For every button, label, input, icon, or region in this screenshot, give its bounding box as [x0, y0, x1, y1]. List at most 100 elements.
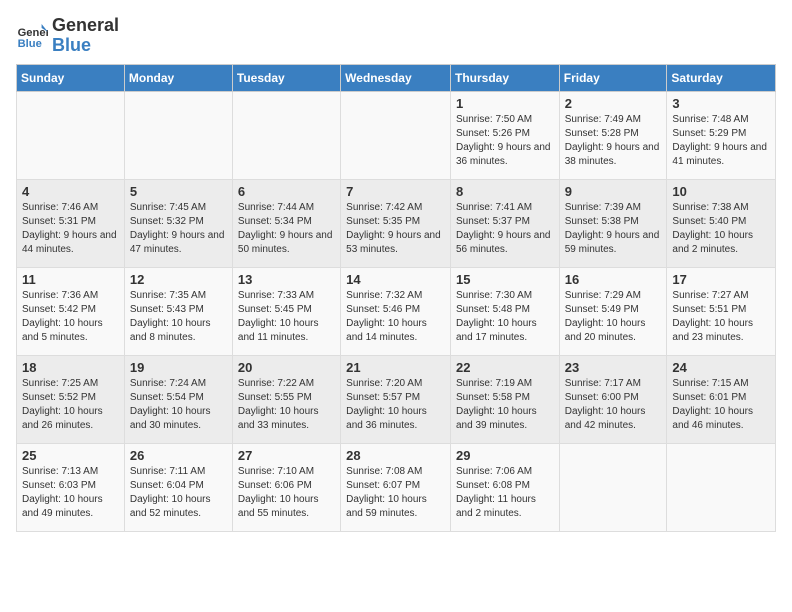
day-info: Daylight: 10 hours and 17 minutes.	[456, 317, 554, 345]
calendar-cell: 14Sunrise: 7:32 AMSunset: 5:46 PMDayligh…	[341, 267, 451, 355]
day-info: Sunset: 5:48 PM	[456, 303, 554, 317]
day-info: Sunset: 5:32 PM	[130, 215, 227, 229]
day-info: Sunrise: 7:13 AM	[22, 465, 119, 479]
day-info: Sunset: 5:29 PM	[672, 127, 770, 141]
day-info: Sunset: 6:00 PM	[565, 391, 662, 405]
header-day-wednesday: Wednesday	[341, 64, 451, 91]
calendar-cell	[559, 443, 667, 531]
day-info: Daylight: 9 hours and 41 minutes.	[672, 141, 770, 169]
calendar-week-2: 11Sunrise: 7:36 AMSunset: 5:42 PMDayligh…	[17, 267, 776, 355]
day-info: Sunset: 5:37 PM	[456, 215, 554, 229]
calendar-cell: 29Sunrise: 7:06 AMSunset: 6:08 PMDayligh…	[450, 443, 559, 531]
calendar-week-0: 1Sunrise: 7:50 AMSunset: 5:26 PMDaylight…	[17, 91, 776, 179]
day-number: 28	[346, 448, 445, 463]
day-info: Daylight: 10 hours and 30 minutes.	[130, 405, 227, 433]
day-info: Sunrise: 7:29 AM	[565, 289, 662, 303]
day-info: Daylight: 10 hours and 26 minutes.	[22, 405, 119, 433]
day-info: Sunset: 5:43 PM	[130, 303, 227, 317]
day-number: 23	[565, 360, 662, 375]
header-day-tuesday: Tuesday	[232, 64, 340, 91]
day-info: Daylight: 9 hours and 50 minutes.	[238, 229, 335, 257]
day-info: Sunset: 5:58 PM	[456, 391, 554, 405]
day-info: Sunset: 6:03 PM	[22, 479, 119, 493]
calendar-cell: 10Sunrise: 7:38 AMSunset: 5:40 PMDayligh…	[667, 179, 776, 267]
calendar-cell: 12Sunrise: 7:35 AMSunset: 5:43 PMDayligh…	[124, 267, 232, 355]
day-info: Sunrise: 7:35 AM	[130, 289, 227, 303]
day-number: 9	[565, 184, 662, 199]
day-info: Sunset: 5:38 PM	[565, 215, 662, 229]
day-number: 2	[565, 96, 662, 111]
day-info: Sunset: 5:46 PM	[346, 303, 445, 317]
day-info: Daylight: 9 hours and 47 minutes.	[130, 229, 227, 257]
header-day-sunday: Sunday	[17, 64, 125, 91]
day-number: 18	[22, 360, 119, 375]
day-number: 16	[565, 272, 662, 287]
day-info: Sunrise: 7:19 AM	[456, 377, 554, 391]
day-info: Sunset: 6:04 PM	[130, 479, 227, 493]
day-info: Daylight: 10 hours and 8 minutes.	[130, 317, 227, 345]
day-number: 24	[672, 360, 770, 375]
logo-icon: General Blue	[16, 20, 48, 52]
day-info: Sunset: 6:01 PM	[672, 391, 770, 405]
calendar-week-1: 4Sunrise: 7:46 AMSunset: 5:31 PMDaylight…	[17, 179, 776, 267]
day-info: Sunset: 5:31 PM	[22, 215, 119, 229]
day-number: 11	[22, 272, 119, 287]
svg-text:Blue: Blue	[18, 38, 42, 50]
day-info: Sunset: 5:52 PM	[22, 391, 119, 405]
day-number: 10	[672, 184, 770, 199]
day-number: 15	[456, 272, 554, 287]
calendar-cell: 1Sunrise: 7:50 AMSunset: 5:26 PMDaylight…	[450, 91, 559, 179]
day-info: Sunrise: 7:20 AM	[346, 377, 445, 391]
day-info: Sunrise: 7:24 AM	[130, 377, 227, 391]
day-number: 6	[238, 184, 335, 199]
day-info: Daylight: 10 hours and 39 minutes.	[456, 405, 554, 433]
day-number: 25	[22, 448, 119, 463]
logo-line2: Blue	[52, 36, 119, 56]
calendar-cell: 3Sunrise: 7:48 AMSunset: 5:29 PMDaylight…	[667, 91, 776, 179]
day-info: Sunset: 5:40 PM	[672, 215, 770, 229]
calendar-cell: 4Sunrise: 7:46 AMSunset: 5:31 PMDaylight…	[17, 179, 125, 267]
day-info: Sunrise: 7:50 AM	[456, 113, 554, 127]
calendar-week-4: 25Sunrise: 7:13 AMSunset: 6:03 PMDayligh…	[17, 443, 776, 531]
day-number: 14	[346, 272, 445, 287]
day-info: Sunset: 5:34 PM	[238, 215, 335, 229]
day-number: 22	[456, 360, 554, 375]
calendar-cell: 15Sunrise: 7:30 AMSunset: 5:48 PMDayligh…	[450, 267, 559, 355]
day-number: 17	[672, 272, 770, 287]
day-info: Daylight: 10 hours and 49 minutes.	[22, 493, 119, 521]
day-info: Sunrise: 7:36 AM	[22, 289, 119, 303]
day-info: Daylight: 10 hours and 52 minutes.	[130, 493, 227, 521]
calendar-cell: 18 Sunrise: 7:25 AMSunset: 5:52 PMDayligh…	[17, 355, 125, 443]
page-header: General Blue General Blue	[16, 16, 776, 56]
calendar-cell: 17Sunrise: 7:27 AMSunset: 5:51 PMDayligh…	[667, 267, 776, 355]
day-info: Sunrise: 7:25 AM	[22, 377, 119, 391]
day-info: Daylight: 10 hours and 11 minutes.	[238, 317, 335, 345]
calendar-cell: 8Sunrise: 7:41 AMSunset: 5:37 PMDaylight…	[450, 179, 559, 267]
calendar-cell: 13Sunrise: 7:33 AMSunset: 5:45 PMDayligh…	[232, 267, 340, 355]
day-number: 27	[238, 448, 335, 463]
day-info: Sunrise: 7:33 AM	[238, 289, 335, 303]
day-info: Sunrise: 7:42 AM	[346, 201, 445, 215]
header-row: SundayMondayTuesdayWednesdayThursdayFrid…	[17, 64, 776, 91]
day-info: Sunrise: 7:45 AM	[130, 201, 227, 215]
day-info: Sunset: 6:08 PM	[456, 479, 554, 493]
day-number: 13	[238, 272, 335, 287]
calendar-cell: 26Sunrise: 7:11 AMSunset: 6:04 PMDayligh…	[124, 443, 232, 531]
calendar-cell: 27Sunrise: 7:10 AMSunset: 6:06 PMDayligh…	[232, 443, 340, 531]
day-info: Sunset: 5:57 PM	[346, 391, 445, 405]
calendar-cell: 20Sunrise: 7:22 AMSunset: 5:55 PMDayligh…	[232, 355, 340, 443]
calendar-cell: 9Sunrise: 7:39 AMSunset: 5:38 PMDaylight…	[559, 179, 667, 267]
calendar-cell: 11Sunrise: 7:36 AMSunset: 5:42 PMDayligh…	[17, 267, 125, 355]
day-number: 19	[130, 360, 227, 375]
day-number: 5	[130, 184, 227, 199]
day-info: Daylight: 10 hours and 33 minutes.	[238, 405, 335, 433]
day-info: Daylight: 10 hours and 46 minutes.	[672, 405, 770, 433]
calendar-body: 1Sunrise: 7:50 AMSunset: 5:26 PMDaylight…	[17, 91, 776, 531]
calendar-header: SundayMondayTuesdayWednesdayThursdayFrid…	[17, 64, 776, 91]
day-info: Sunset: 5:49 PM	[565, 303, 662, 317]
day-info: Sunset: 5:51 PM	[672, 303, 770, 317]
day-info: Daylight: 9 hours and 44 minutes.	[22, 229, 119, 257]
day-number: 21	[346, 360, 445, 375]
day-number: 4	[22, 184, 119, 199]
day-info: Daylight: 9 hours and 56 minutes.	[456, 229, 554, 257]
